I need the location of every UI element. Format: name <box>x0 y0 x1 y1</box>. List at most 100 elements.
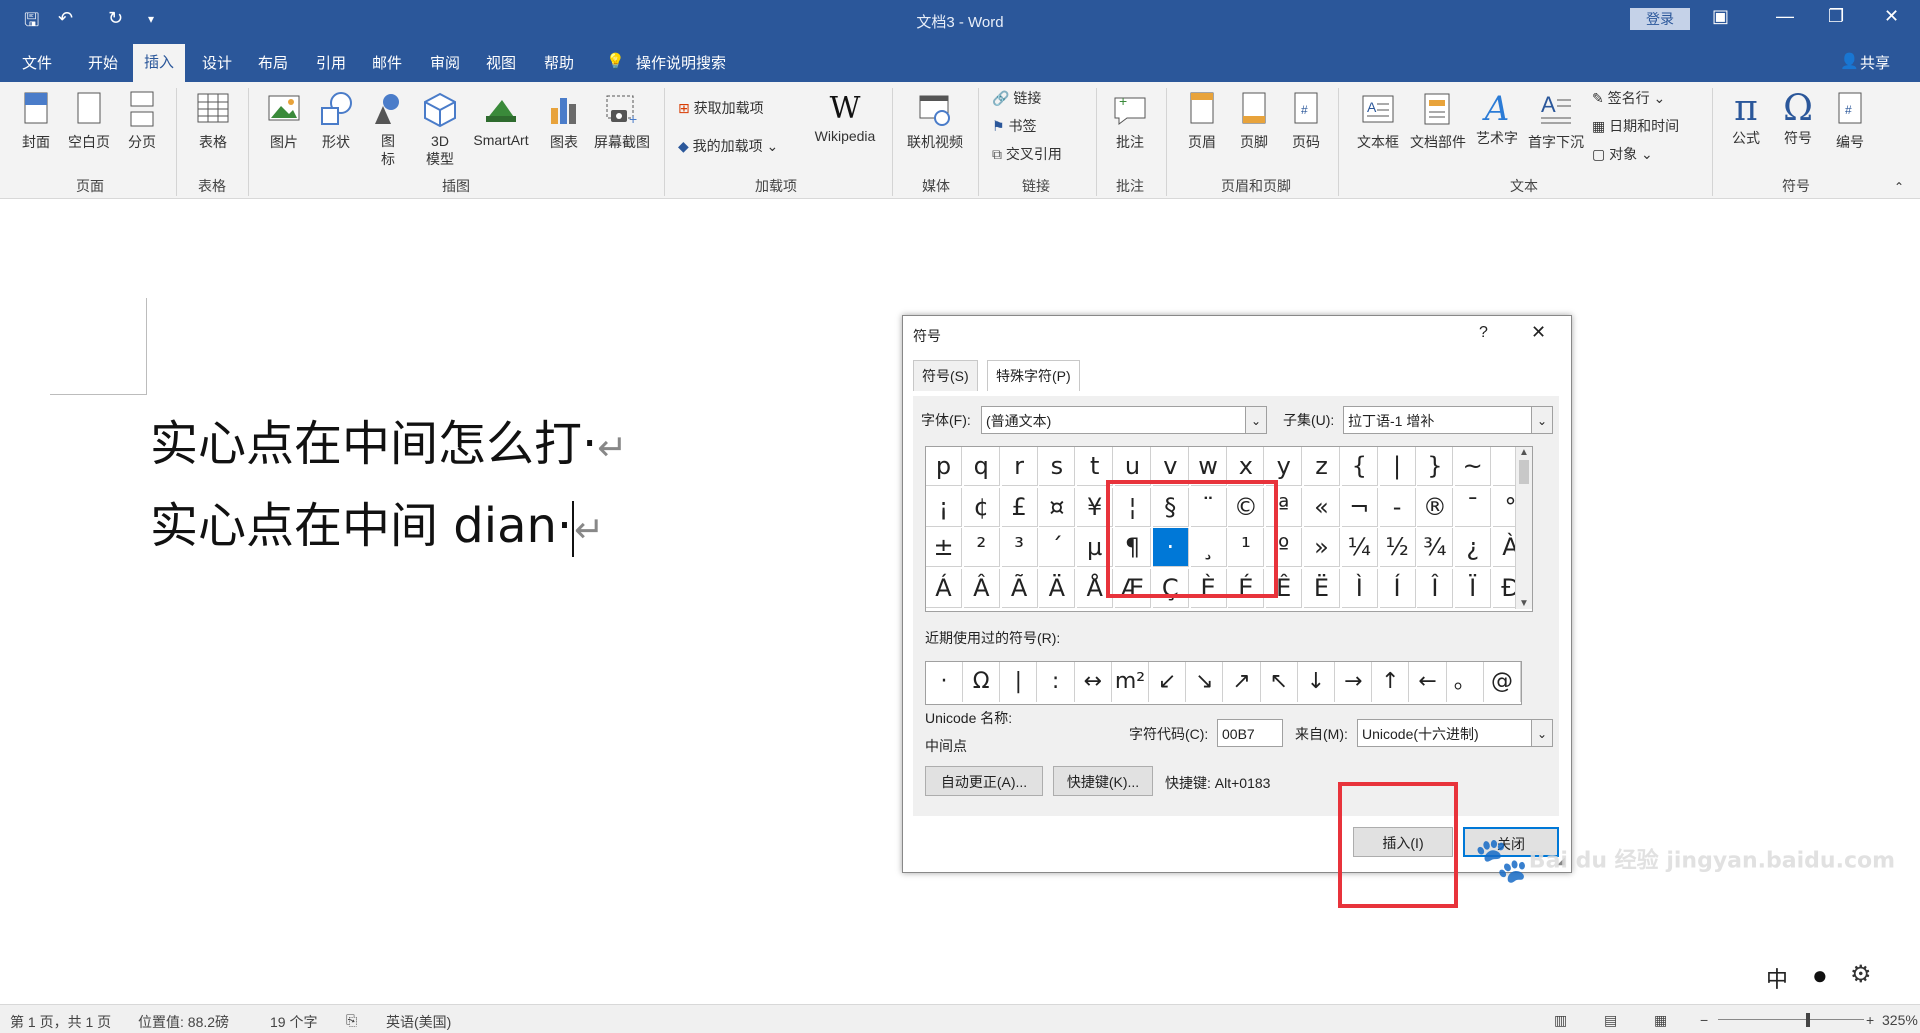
word-count[interactable]: 19 个字 <box>270 1012 317 1032</box>
symbol-cell[interactable]: Ì <box>1341 568 1378 608</box>
tab-design[interactable]: 设计 <box>202 52 232 73</box>
recent-symbol-cell[interactable]: → <box>1335 662 1373 702</box>
symbol-cell[interactable]: ¢ <box>963 487 1000 527</box>
symbol-cell[interactable]: Í <box>1379 568 1416 608</box>
symbol-cell[interactable]: £ <box>1001 487 1038 527</box>
drop-cap-button[interactable]: A 首字下沉 <box>1524 90 1588 152</box>
symbol-cell[interactable]: ¤ <box>1039 487 1076 527</box>
symbol-cell[interactable]: Ã <box>1001 568 1038 608</box>
symbol-cell[interactable]: ¾ <box>1417 528 1454 567</box>
pictures-button[interactable]: 图片 <box>262 90 306 152</box>
document-line-2[interactable]: 实心点在中间 dian·↵ <box>150 486 604 557</box>
symbol-cell[interactable]: ~ <box>1455 447 1492 486</box>
symbol-cell[interactable]: ³ <box>1001 528 1038 567</box>
tab-insert[interactable]: 插入 <box>133 44 186 82</box>
settings-gear-icon[interactable]: ⚙ <box>1850 960 1872 989</box>
symbol-cell[interactable]: ¿ <box>1455 528 1492 567</box>
online-video-button[interactable]: 联机视频 <box>902 90 968 152</box>
web-layout-icon[interactable]: ▦ <box>1654 1012 1667 1029</box>
full-width-icon[interactable]: ● <box>1812 960 1828 991</box>
screenshot-button[interactable]: + 屏幕截图 <box>590 90 654 152</box>
tab-layout[interactable]: 布局 <box>258 52 288 73</box>
recent-symbol-cell[interactable]: · <box>926 662 963 702</box>
symbol-cell[interactable]: ¯ <box>1455 487 1492 527</box>
tab-view[interactable]: 视图 <box>486 52 516 73</box>
collapse-ribbon-icon[interactable]: ⌃ <box>1894 180 1904 194</box>
wordart-button[interactable]: A 艺术字 <box>1472 90 1522 148</box>
ime-mode[interactable]: 中 <box>1766 962 1788 994</box>
object-button[interactable]: ▢ 对象 ⌄ <box>1592 144 1653 164</box>
cross-reference-button[interactable]: ⧉ 交叉引用 <box>992 144 1062 164</box>
recent-symbol-cell[interactable]: : <box>1038 662 1075 702</box>
footer-button[interactable]: 页脚 <box>1232 90 1276 152</box>
language[interactable]: 英语(美国) <box>386 1012 451 1032</box>
symbol-cell[interactable]: ¡ <box>926 487 962 527</box>
smartart-button[interactable]: SmartArt <box>466 90 536 148</box>
table-button[interactable]: 表格 <box>190 90 236 152</box>
comment-button[interactable]: + 批注 <box>1108 90 1152 152</box>
char-code-input[interactable]: 00B7 <box>1217 719 1283 747</box>
zoom-in-icon[interactable]: + <box>1866 1012 1874 1028</box>
symbol-cell[interactable]: Á <box>926 568 962 608</box>
link-button[interactable]: 🔗 链接 <box>992 88 1041 108</box>
symbol-cell[interactable]: p <box>926 447 962 486</box>
proofing-icon[interactable]: ⎘ <box>346 1012 357 1029</box>
dialog-close-icon[interactable]: ✕ <box>1531 322 1546 343</box>
tab-help[interactable]: 帮助 <box>544 52 574 73</box>
signature-line-button[interactable]: ✎ 签名行 ⌄ <box>1592 88 1665 108</box>
quick-parts-button[interactable]: 文档部件 <box>1406 90 1470 152</box>
symbol-cell[interactable]: ¬ <box>1341 487 1378 527</box>
shapes-button[interactable]: 形状 <box>314 90 358 152</box>
from-select[interactable]: Unicode(十六进制) ⌄ <box>1357 719 1553 747</box>
page-number-button[interactable]: # 页码 <box>1284 90 1328 152</box>
scroll-down-icon[interactable]: ▼ <box>1516 598 1532 609</box>
symbol-cell[interactable]: ½ <box>1379 528 1416 567</box>
symbol-cell[interactable]: ² <box>963 528 1000 567</box>
symbol-cell[interactable]: s <box>1039 447 1076 486</box>
symbol-cell[interactable]: Â <box>963 568 1000 608</box>
read-mode-icon[interactable]: ▥ <box>1554 1012 1567 1029</box>
symbol-button[interactable]: Ω 符号 <box>1774 90 1822 148</box>
recent-symbol-cell[interactable]: ← <box>1410 662 1447 702</box>
my-addins-button[interactable]: ◆ 我的加载项 ⌄ <box>678 136 778 156</box>
help-button[interactable]: ? <box>1479 324 1488 342</box>
symbol-cell[interactable]: Î <box>1417 568 1454 608</box>
autocorrect-button[interactable]: 自动更正(A)... <box>925 766 1043 796</box>
zoom-level[interactable]: 325% <box>1882 1012 1918 1028</box>
symbol-cell[interactable]: - <box>1379 487 1416 527</box>
minimize-icon[interactable]: — <box>1776 6 1794 27</box>
symbol-cell[interactable]: q <box>963 447 1000 486</box>
symbol-cell[interactable]: Ä <box>1039 568 1076 608</box>
tab-symbols[interactable]: 符号(S) <box>913 360 978 391</box>
tab-mailings[interactable]: 邮件 <box>372 52 402 73</box>
tab-special-characters[interactable]: 特殊字符(P) <box>987 360 1080 391</box>
tab-review[interactable]: 审阅 <box>430 52 460 73</box>
subset-select[interactable]: 拉丁语-1 增补 ⌄ <box>1343 406 1553 434</box>
tell-me-search[interactable]: 操作说明搜索 <box>636 52 726 73</box>
recent-symbol-cell[interactable]: Ω <box>963 662 1001 702</box>
bookmark-button[interactable]: ⚑ 书签 <box>992 116 1036 136</box>
symbol-cell[interactable]: ± <box>926 528 962 567</box>
get-addins-button[interactable]: ⊞ 获取加载项 <box>678 98 764 118</box>
symbol-cell[interactable]: ´ <box>1039 528 1076 567</box>
symbol-cell[interactable]: Ï <box>1455 568 1492 608</box>
symbol-cell[interactable]: z <box>1304 447 1340 486</box>
recent-symbol-cell[interactable]: ↙ <box>1149 662 1187 702</box>
login-button[interactable]: 登录 <box>1630 8 1690 30</box>
symbol-cell[interactable]: » <box>1304 528 1340 567</box>
chart-button[interactable]: 图表 <box>542 90 586 152</box>
recent-symbol-cell[interactable]: ↗ <box>1224 662 1261 702</box>
page-count[interactable]: 第 1 页，共 1 页 <box>10 1012 111 1032</box>
symbol-cell[interactable]: Ë <box>1304 568 1340 608</box>
symbol-cell[interactable]: « <box>1304 487 1340 527</box>
symbol-cell[interactable]: | <box>1379 447 1416 486</box>
close-window-icon[interactable]: ✕ <box>1884 6 1899 27</box>
recent-symbol-cell[interactable]: m² <box>1112 662 1149 702</box>
zoom-slider-thumb[interactable] <box>1806 1013 1810 1027</box>
icons-button[interactable]: 图 标 <box>366 90 410 168</box>
recent-symbol-cell[interactable]: ↘ <box>1186 662 1224 702</box>
tab-references[interactable]: 引用 <box>316 52 346 73</box>
restore-icon[interactable]: ❐ <box>1828 6 1844 27</box>
recent-symbol-cell[interactable]: ↔ <box>1075 662 1112 702</box>
document-line-1[interactable]: 实心点在中间怎么打·↵ <box>150 404 627 474</box>
